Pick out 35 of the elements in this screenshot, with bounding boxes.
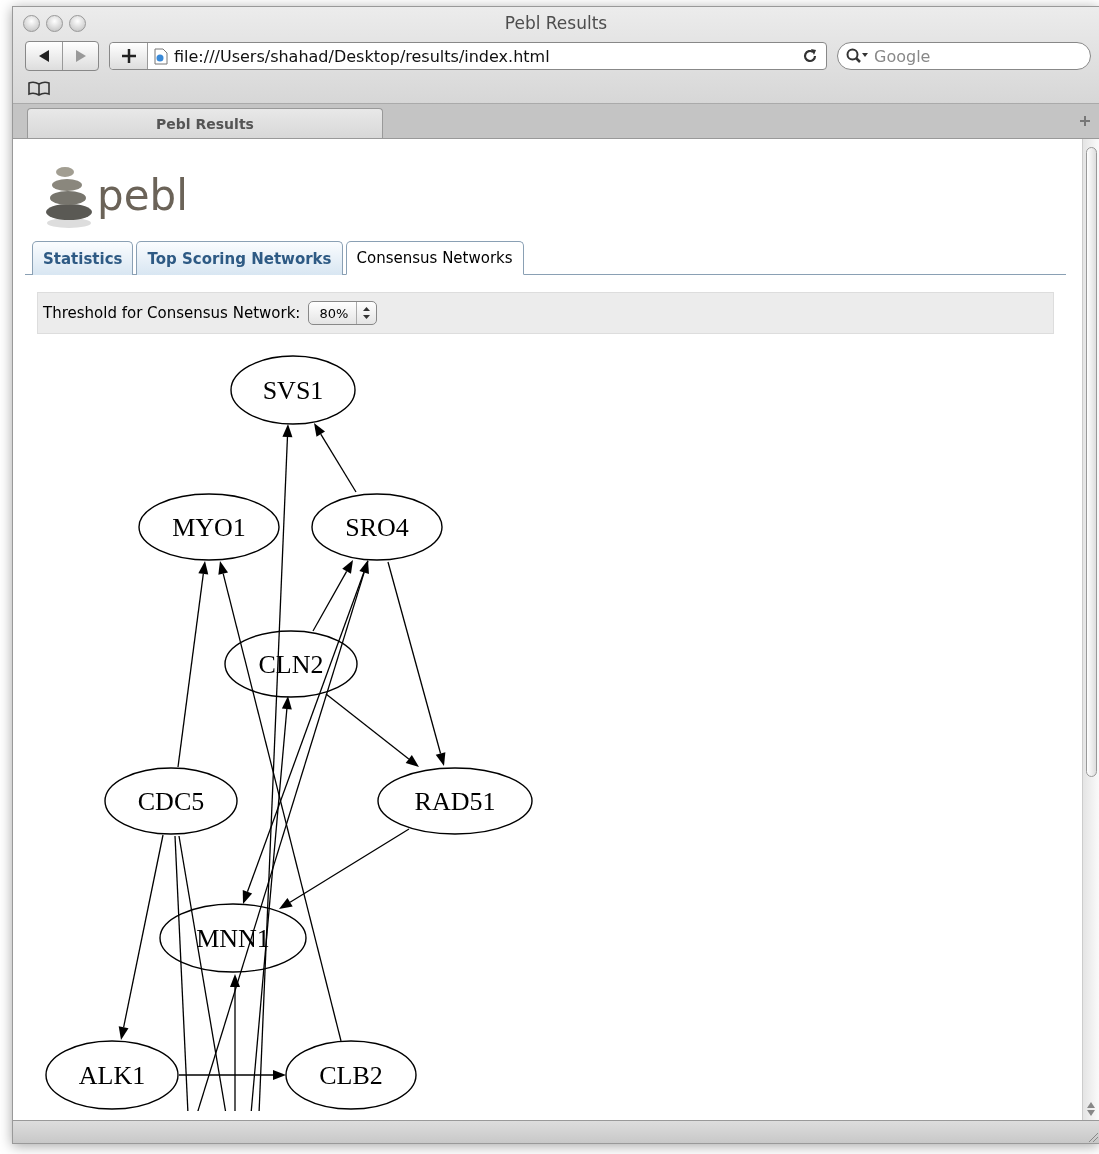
scroll-thumb[interactable] <box>1085 147 1097 777</box>
scroll-down-icon[interactable] <box>1087 1110 1095 1116</box>
graph-node: SRO4 <box>311 493 443 561</box>
threshold-label: Threshold for Consensus Network: <box>43 304 301 322</box>
tab[interactable]: Statistics <box>32 241 134 275</box>
graph-node: CDC5 <box>104 767 238 835</box>
arrow <box>314 423 357 493</box>
tab[interactable]: Top Scoring Networks <box>136 241 343 275</box>
plus-icon <box>120 48 137 64</box>
scroll-up-icon[interactable] <box>1087 1102 1095 1108</box>
browser-tab[interactable]: Pebl Results <box>27 108 383 138</box>
tab[interactable]: Consensus Networks <box>345 241 524 275</box>
window-title: Pebl Results <box>504 13 608 33</box>
graph-node: MYO1 <box>138 493 280 561</box>
graph-node: CLB2 <box>285 1040 417 1110</box>
scrollbar[interactable] <box>1082 139 1099 1120</box>
new-tab-icon[interactable] <box>1079 114 1091 127</box>
window-button[interactable] <box>46 14 63 32</box>
page-icon <box>154 47 168 65</box>
reload-icon[interactable] <box>802 48 818 64</box>
window-button[interactable] <box>69 14 86 32</box>
graph-node: SVS1 <box>230 355 356 425</box>
window-button[interactable] <box>23 14 40 32</box>
search-field[interactable]: Google <box>837 42 1091 70</box>
forward-icon <box>74 49 87 63</box>
stepper-icon <box>363 307 371 319</box>
graph-node: ALK1 <box>45 1040 179 1110</box>
add-bookmark-button[interactable] <box>110 43 148 69</box>
back-icon <box>38 49 50 63</box>
resize-grip-icon[interactable] <box>1087 1131 1099 1143</box>
threshold-select[interactable]: 80% <box>308 301 378 325</box>
search-icon <box>846 48 868 64</box>
logo-text: pebl <box>97 175 188 222</box>
graph-node: RAD51 <box>377 767 533 835</box>
bookmarks-icon[interactable] <box>27 80 51 96</box>
